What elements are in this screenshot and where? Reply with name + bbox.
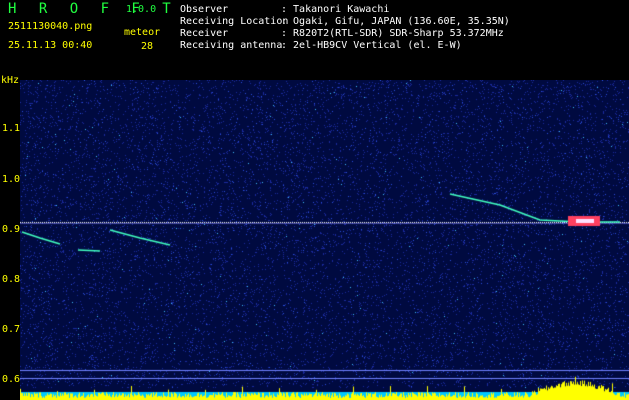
spectrogram-canvas xyxy=(20,80,629,400)
observer-label: Observer xyxy=(180,4,229,15)
app-version: 1.0.0 xyxy=(126,4,157,15)
antenna-label: Receiving antenna xyxy=(180,40,283,51)
receiver-value: : R820T2(RTL-SDR) SDR-Sharp 53.372MHz xyxy=(281,28,504,39)
antenna-value: : 2el-HB9CV Vertical (el. E-W) xyxy=(281,40,462,51)
receiver-label: Receiver xyxy=(180,28,229,39)
image-filename: 2511130040.png xyxy=(8,21,93,32)
freq-tick: 0.8 xyxy=(2,274,21,285)
capture-datetime: 25.11.13 00:40 xyxy=(8,40,93,51)
observer-value: : Takanori Kawachi xyxy=(281,4,390,15)
freq-tick: 0.6 xyxy=(2,374,21,385)
header-panel: H R O F F T 1.0.0 2511130040.png 25.11.1… xyxy=(0,0,629,91)
freq-tick: 1.0 xyxy=(2,174,21,185)
freq-tick: 1.1 xyxy=(2,123,21,134)
location-label: Receiving Location xyxy=(180,16,289,27)
y-axis-unit: kHz xyxy=(1,75,20,86)
meteor-label: meteor xyxy=(124,27,161,38)
location-value: : Ogaki, Gifu, JAPAN (136.60E, 35.35N) xyxy=(281,16,510,27)
freq-tick: 0.9 xyxy=(2,224,21,235)
meteor-count: 28 xyxy=(141,41,154,52)
freq-tick: 0.7 xyxy=(2,324,21,335)
